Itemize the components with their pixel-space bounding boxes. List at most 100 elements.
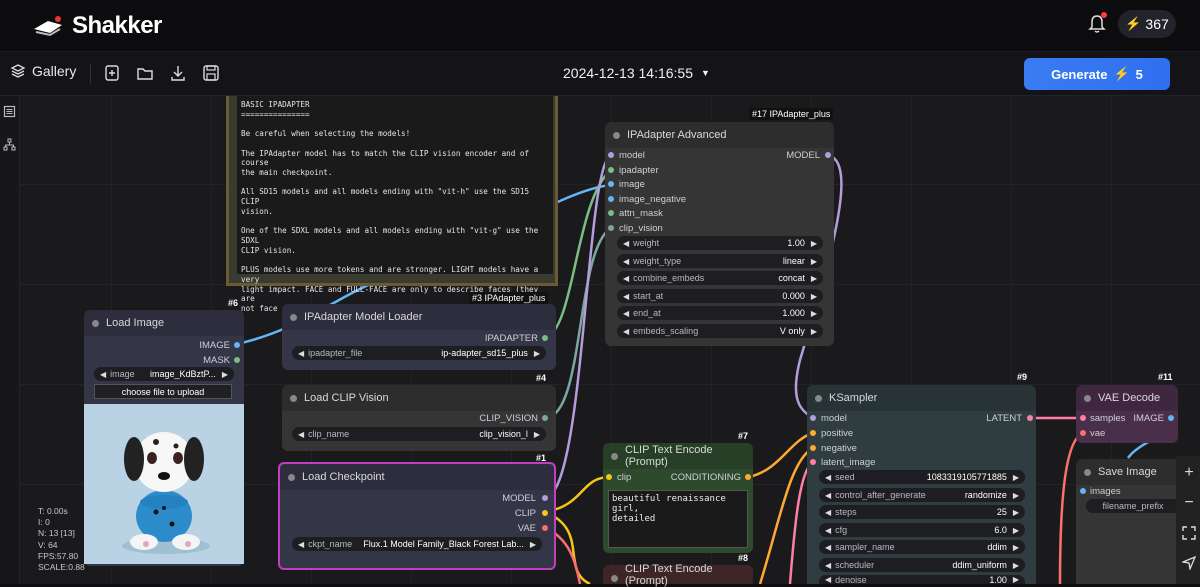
arrow-right-icon[interactable]: ▶ — [1013, 491, 1019, 500]
input-positive-port[interactable] — [810, 430, 816, 436]
input-model-port[interactable] — [608, 152, 614, 158]
workflow-datetime-dropdown[interactable]: 2024-12-13 14:16:55 ▼ — [563, 65, 710, 81]
arrow-right-icon[interactable]: ▶ — [1013, 575, 1019, 584]
arrow-right-icon[interactable]: ▶ — [1013, 526, 1019, 535]
combine-embeds-widget[interactable]: ◀ combine_embeds concat ▶ — [617, 271, 823, 285]
weight-type-widget[interactable]: ◀ weight_type linear ▶ — [617, 254, 823, 268]
zoom-out-icon[interactable]: − — [1182, 495, 1196, 511]
node-title[interactable]: VAE Decode — [1076, 385, 1178, 411]
input-negative-port[interactable] — [810, 445, 816, 451]
input-latent-image-port[interactable] — [810, 459, 816, 465]
start-at-widget[interactable]: ◀ start_at 0.000 ▶ — [617, 289, 823, 303]
ckpt-name-widget[interactable]: ◀ ckpt_name Flux.1 Model Family_Black Fo… — [292, 537, 542, 551]
filename-prefix-widget[interactable]: filename_prefix — [1086, 499, 1180, 513]
arrow-left-icon[interactable]: ◀ — [298, 540, 304, 549]
arrow-right-icon[interactable]: ▶ — [811, 309, 817, 318]
arrow-right-icon[interactable]: ▶ — [222, 370, 228, 379]
arrow-left-icon[interactable]: ◀ — [623, 309, 629, 318]
arrow-left-icon[interactable]: ◀ — [825, 543, 831, 552]
generate-button[interactable]: Generate ⚡ 5 — [1024, 58, 1170, 90]
arrow-left-icon[interactable]: ◀ — [623, 274, 629, 283]
scheduler-widget[interactable]: ◀ scheduler ddim_uniform ▶ — [819, 558, 1025, 572]
clip-text-encode-negative-node[interactable]: CLIP Text Encode (Prompt) — [603, 563, 753, 587]
input-ipadapter-port[interactable] — [608, 167, 614, 173]
new-file-icon[interactable] — [103, 64, 121, 82]
arrow-left-icon[interactable]: ◀ — [298, 349, 304, 358]
node-title[interactable]: CLIP Text Encode (Prompt) — [603, 563, 753, 587]
note-node[interactable]: BASIC IPADAPTER =============== Be caref… — [226, 96, 558, 313]
denoise-widget[interactable]: ◀ denoise 1.00 ▶ — [819, 575, 1025, 584]
arrow-left-icon[interactable]: ◀ — [623, 257, 629, 266]
credits-badge[interactable]: ⚡ 367 — [1118, 10, 1176, 38]
node-title[interactable]: CLIP Text Encode (Prompt) — [603, 443, 753, 469]
brand-logo[interactable]: Shakker — [32, 12, 162, 40]
ipadapter-loader-node[interactable]: IPAdapter Model Loader IPADAPTER ◀ ipada… — [282, 304, 556, 370]
arrow-right-icon[interactable]: ▶ — [534, 349, 540, 358]
arrow-right-icon[interactable]: ▶ — [1013, 543, 1019, 552]
arrow-right-icon[interactable]: ▶ — [1013, 508, 1019, 517]
input-image-port[interactable] — [608, 181, 614, 187]
node-title[interactable]: KSampler — [807, 385, 1036, 411]
arrow-left-icon[interactable]: ◀ — [825, 473, 831, 482]
arrow-right-icon[interactable]: ▶ — [811, 257, 817, 266]
vae-decode-node[interactable]: VAE Decode samples IMAGE vae — [1076, 385, 1178, 443]
arrow-left-icon[interactable]: ◀ — [825, 526, 831, 535]
input-clip-port[interactable] — [606, 474, 612, 480]
download-icon[interactable] — [169, 64, 187, 82]
node-title[interactable]: Save Image — [1076, 459, 1186, 485]
save-image-node[interactable]: Save Image images filename_prefix — [1076, 459, 1186, 584]
arrow-right-icon[interactable]: ▶ — [1013, 561, 1019, 570]
output-vae-port[interactable] — [542, 525, 548, 531]
arrow-left-icon[interactable]: ◀ — [825, 508, 831, 517]
arrow-left-icon[interactable]: ◀ — [623, 327, 629, 336]
clip-name-widget[interactable]: ◀ clip_name clip_vision_l ▶ — [292, 427, 546, 441]
output-clip-vision-port[interactable] — [542, 415, 548, 421]
fit-view-icon[interactable] — [1182, 526, 1196, 540]
gallery-button[interactable]: Gallery — [10, 63, 76, 79]
navigate-icon[interactable] — [1182, 556, 1196, 570]
arrow-right-icon[interactable]: ▶ — [811, 327, 817, 336]
ipadapter-advanced-node[interactable]: IPAdapter Advanced model MODEL ipadapter… — [605, 122, 834, 346]
arrow-left-icon[interactable]: ◀ — [825, 575, 831, 584]
arrow-right-icon[interactable]: ▶ — [1013, 473, 1019, 482]
workflow-tree-icon[interactable] — [3, 138, 16, 151]
output-clip-port[interactable] — [542, 510, 548, 516]
node-title[interactable]: Load Checkpoint — [280, 464, 554, 490]
open-folder-icon[interactable] — [136, 64, 154, 82]
ksampler-node[interactable]: KSampler model LATENT positive negative … — [807, 385, 1036, 584]
output-latent-port[interactable] — [1027, 415, 1033, 421]
input-attn-mask-port[interactable] — [608, 210, 614, 216]
arrow-left-icon[interactable]: ◀ — [623, 292, 629, 301]
node-title[interactable]: Load CLIP Vision — [282, 385, 556, 411]
arrow-left-icon[interactable]: ◀ — [623, 239, 629, 248]
end-at-widget[interactable]: ◀ end_at 1.000 ▶ — [617, 306, 823, 320]
sampler-name-widget[interactable]: ◀ sampler_name ddim ▶ — [819, 540, 1025, 554]
prompt-textarea[interactable]: beautiful renaissance girl, detailed — [608, 490, 748, 548]
save-icon[interactable] — [202, 64, 220, 82]
node-title[interactable]: Load Image — [84, 310, 244, 336]
output-conditioning-port[interactable] — [745, 474, 751, 480]
input-samples-port[interactable] — [1080, 415, 1086, 421]
arrow-left-icon[interactable]: ◀ — [825, 561, 831, 570]
upload-button[interactable]: choose file to upload — [94, 384, 232, 399]
input-vae-port[interactable] — [1080, 430, 1086, 436]
control-after-generate-widget[interactable]: ◀ control_after_generate randomize ▶ — [819, 488, 1025, 502]
arrow-left-icon[interactable]: ◀ — [825, 491, 831, 500]
arrow-right-icon[interactable]: ▶ — [530, 540, 536, 549]
embeds-scaling-widget[interactable]: ◀ embeds_scaling V only ▶ — [617, 324, 823, 338]
image-select-widget[interactable]: ◀ image image_KdBztP... ▶ — [94, 367, 234, 381]
arrow-right-icon[interactable]: ▶ — [811, 292, 817, 301]
weight-widget[interactable]: ◀ weight 1.00 ▶ — [617, 236, 823, 250]
arrow-left-icon[interactable]: ◀ — [298, 430, 304, 439]
arrow-left-icon[interactable]: ◀ — [100, 370, 106, 379]
output-model-port[interactable] — [825, 152, 831, 158]
input-model-port[interactable] — [810, 415, 816, 421]
cfg-widget[interactable]: ◀ cfg 6.0 ▶ — [819, 523, 1025, 537]
load-clip-vision-node[interactable]: Load CLIP Vision CLIP_VISION ◀ clip_name… — [282, 385, 556, 451]
output-image-port[interactable] — [234, 342, 240, 348]
input-images-port[interactable] — [1080, 488, 1086, 494]
arrow-right-icon[interactable]: ▶ — [811, 274, 817, 283]
input-clip-vision-port[interactable] — [608, 225, 614, 231]
note-text[interactable]: BASIC IPADAPTER =============== Be caref… — [237, 96, 553, 313]
node-title[interactable]: IPAdapter Advanced — [605, 122, 834, 148]
